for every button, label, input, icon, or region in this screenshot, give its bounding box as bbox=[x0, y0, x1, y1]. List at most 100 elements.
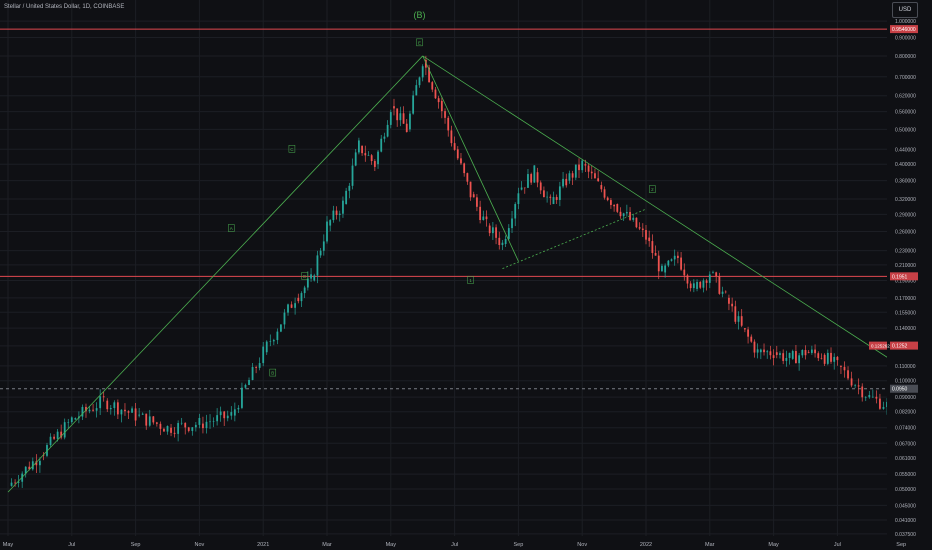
candle-body bbox=[329, 220, 332, 226]
candle-body bbox=[145, 413, 148, 426]
candle-body bbox=[584, 164, 587, 166]
candle-body bbox=[389, 112, 392, 125]
wave-line-dashed bbox=[502, 208, 647, 269]
candle-body bbox=[847, 370, 849, 379]
candle-body bbox=[202, 423, 204, 429]
candle-body bbox=[351, 165, 354, 186]
candle-body bbox=[283, 312, 286, 325]
candle-body bbox=[840, 365, 842, 367]
candle-body bbox=[549, 196, 552, 198]
candle-body bbox=[463, 163, 466, 174]
candle-body bbox=[262, 346, 265, 364]
candle-body bbox=[517, 193, 520, 205]
candle-body bbox=[616, 204, 619, 212]
candle-body bbox=[358, 140, 360, 153]
candle-body bbox=[558, 186, 561, 200]
candle-body bbox=[194, 424, 197, 428]
candle-body bbox=[753, 341, 756, 353]
candle-body bbox=[826, 352, 829, 364]
price-tick-label: 0.170000 bbox=[895, 296, 916, 302]
candle-body bbox=[124, 409, 126, 412]
candle-body bbox=[219, 411, 222, 416]
wave-label-big-b: (B) bbox=[414, 10, 426, 20]
candle-body bbox=[476, 197, 478, 207]
candle-body bbox=[747, 329, 749, 337]
currency-button[interactable]: USD bbox=[892, 2, 918, 18]
candle-body bbox=[226, 415, 229, 419]
price-tag-support: 0.0950 bbox=[892, 387, 908, 393]
candle-body bbox=[380, 138, 383, 152]
candle-body bbox=[562, 178, 564, 187]
time-tick-label: Jul bbox=[68, 542, 75, 548]
candle-body bbox=[335, 210, 338, 215]
candle-body bbox=[345, 190, 348, 205]
candle-body bbox=[817, 353, 820, 359]
candle-body bbox=[106, 400, 109, 410]
price-tick-label: 0.100000 bbox=[895, 379, 916, 385]
candle-body bbox=[718, 276, 721, 294]
candle-body bbox=[361, 145, 363, 154]
price-tick-label: 0.620000 bbox=[895, 94, 916, 100]
candle-body bbox=[801, 350, 804, 356]
candle-body bbox=[871, 396, 874, 398]
candle-body bbox=[120, 409, 123, 415]
time-tick-label: Jul bbox=[451, 542, 458, 548]
candle-body bbox=[326, 221, 328, 242]
price-tick-label: 1.000000 bbox=[895, 19, 916, 25]
candle-body bbox=[364, 153, 367, 156]
candle-body bbox=[373, 161, 376, 167]
candle-body bbox=[737, 316, 740, 322]
candle-body bbox=[216, 415, 219, 422]
candle-body bbox=[530, 174, 533, 183]
price-chart[interactable]: (B)ABCDE12345abcde(F)1.0000000.9000000.8… bbox=[0, 0, 932, 550]
price-tick-label: 0.110000 bbox=[895, 364, 916, 370]
candle-body bbox=[657, 255, 660, 272]
time-tick-label: Jul bbox=[834, 542, 841, 548]
candle-body bbox=[708, 274, 711, 283]
candle-body bbox=[788, 352, 791, 358]
candle-body bbox=[670, 259, 673, 261]
candle-body bbox=[460, 158, 462, 164]
time-tick-label: May bbox=[386, 542, 397, 548]
candle-body bbox=[651, 241, 654, 254]
candle-body bbox=[759, 349, 762, 353]
candle-body bbox=[255, 367, 258, 368]
candle-body bbox=[212, 421, 215, 422]
candle-body bbox=[88, 409, 91, 412]
candle-body bbox=[571, 173, 574, 178]
candle-body bbox=[319, 250, 322, 256]
price-tick-label: 0.700000 bbox=[895, 75, 916, 81]
price-tag-current: 0.1252 bbox=[892, 344, 908, 350]
chart-area[interactable]: (B)ABCDE12345abcde(F)1.0000000.9000000.8… bbox=[0, 0, 932, 550]
candle-body bbox=[857, 385, 860, 387]
candle-body bbox=[53, 436, 55, 439]
price-tick-label: 0.230000 bbox=[895, 249, 916, 255]
candle-body bbox=[163, 428, 165, 432]
candle-body bbox=[638, 227, 641, 229]
candle-body bbox=[578, 164, 580, 171]
candle-body bbox=[641, 228, 644, 231]
candle-body bbox=[370, 155, 373, 162]
candle-body bbox=[272, 340, 275, 342]
candle-body bbox=[56, 431, 59, 439]
wave-marker-label: A bbox=[230, 226, 233, 231]
candle-body bbox=[479, 206, 482, 220]
candle-body bbox=[209, 421, 211, 423]
time-tick-label: Nov bbox=[577, 542, 587, 548]
candle-body bbox=[472, 194, 475, 198]
candle-body bbox=[177, 423, 180, 434]
candle-body bbox=[466, 173, 469, 182]
candle-body bbox=[491, 227, 494, 234]
candle-body bbox=[440, 100, 443, 112]
candle-body bbox=[244, 384, 247, 388]
candle-body bbox=[95, 408, 98, 411]
time-tick-label: May bbox=[3, 542, 14, 548]
candle-body bbox=[843, 366, 846, 371]
candle-body bbox=[322, 241, 325, 251]
candle-body bbox=[597, 178, 600, 182]
candle-body bbox=[539, 182, 542, 191]
candle-body bbox=[342, 200, 344, 214]
candle-body bbox=[396, 108, 399, 121]
candle-body bbox=[712, 272, 714, 273]
candle-body bbox=[310, 274, 312, 279]
